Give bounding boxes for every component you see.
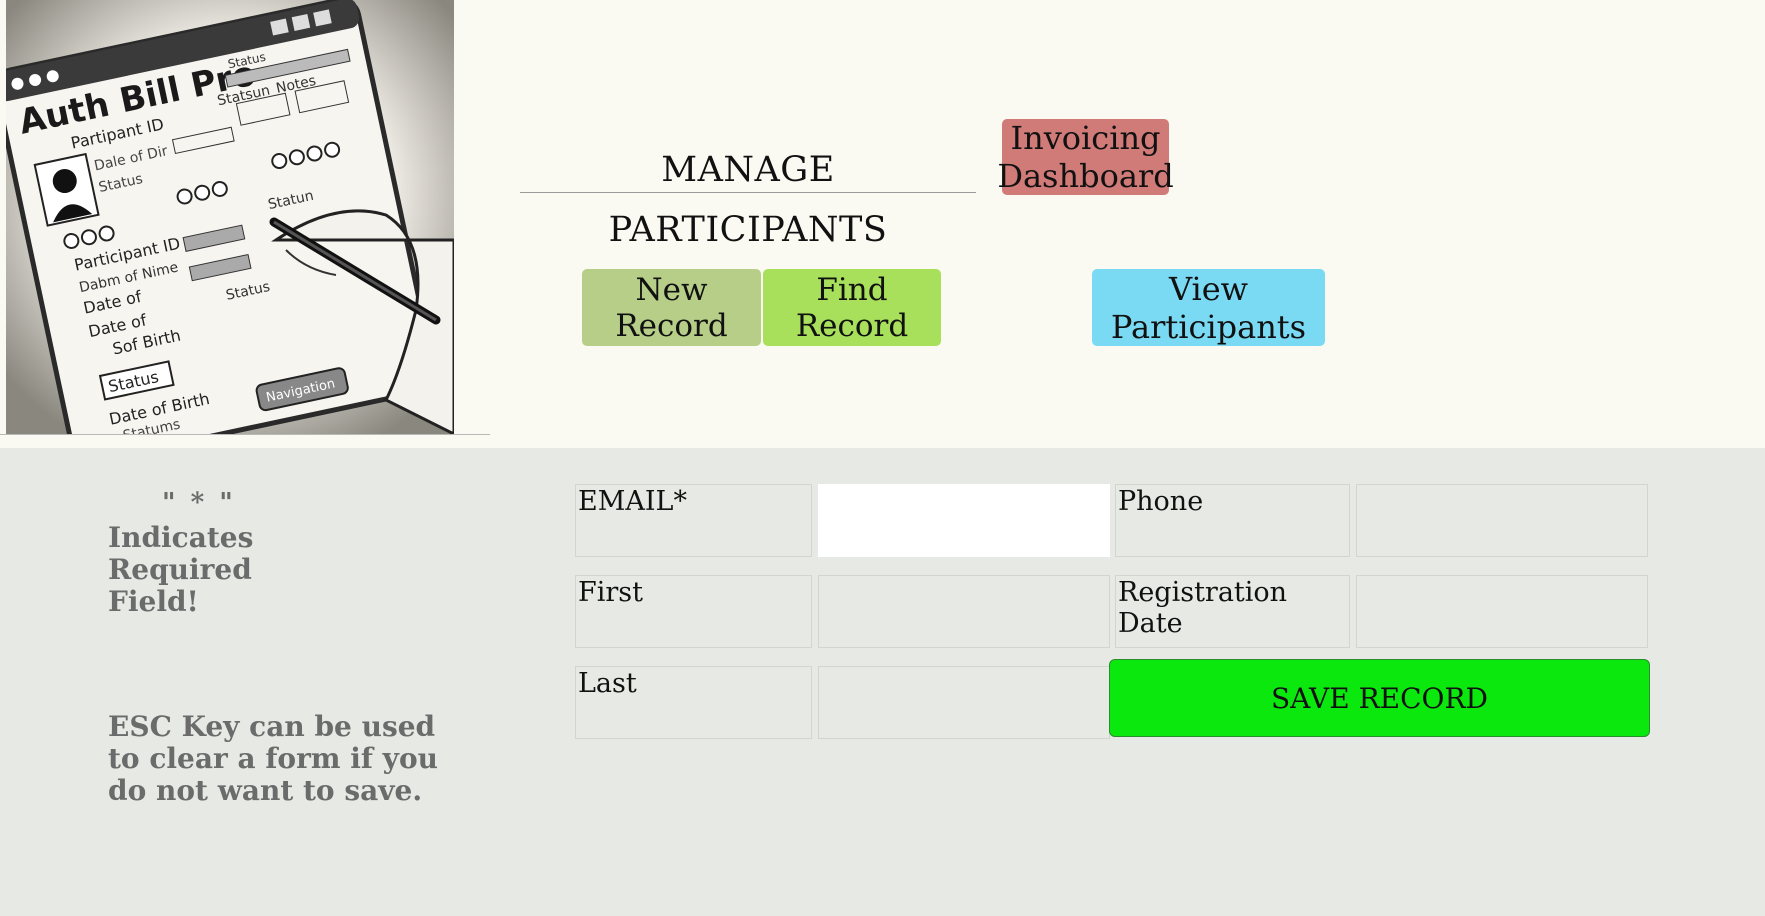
email-label: EMAIL* — [575, 484, 812, 557]
invoicing-dashboard-button[interactable]: Invoicing Dashboard — [997, 119, 1174, 195]
registration-date-input[interactable] — [1357, 576, 1647, 647]
email-input[interactable] — [819, 485, 1109, 556]
find-record-button[interactable]: Find Record — [763, 269, 941, 346]
registration-date-field[interactable] — [1356, 575, 1648, 648]
first-name-input[interactable] — [819, 576, 1109, 647]
required-field-note: Indicates Required Field! — [108, 521, 254, 618]
required-marker-note: " * " — [162, 488, 236, 518]
registration-date-label: Registration Date — [1115, 575, 1350, 648]
sketch-illustration: Auth Bill Pro Status Statsun Notes Parti… — [6, 0, 454, 434]
header-panel: Auth Bill Pro Status Statsun Notes Parti… — [0, 0, 1765, 448]
logo-divider — [0, 434, 490, 435]
view-participants-button[interactable]: View Participants — [1092, 269, 1325, 346]
page-title: MANAGE PARTICIPANTS — [520, 140, 976, 250]
phone-field[interactable] — [1356, 484, 1648, 557]
first-name-label: First — [575, 575, 812, 648]
last-name-field[interactable] — [818, 666, 1110, 739]
new-record-button[interactable]: New Record — [582, 269, 761, 346]
email-field[interactable] — [818, 484, 1110, 557]
last-name-label: Last — [575, 666, 812, 739]
app-logo-image: Auth Bill Pro Status Statsun Notes Parti… — [6, 0, 454, 434]
save-record-button[interactable]: SAVE RECORD — [1109, 659, 1650, 737]
phone-input[interactable] — [1357, 485, 1647, 556]
phone-label: Phone — [1115, 484, 1350, 557]
esc-key-note: ESC Key can be used to clear a form if y… — [108, 710, 438, 807]
first-name-field[interactable] — [818, 575, 1110, 648]
last-name-input[interactable] — [819, 667, 1109, 738]
